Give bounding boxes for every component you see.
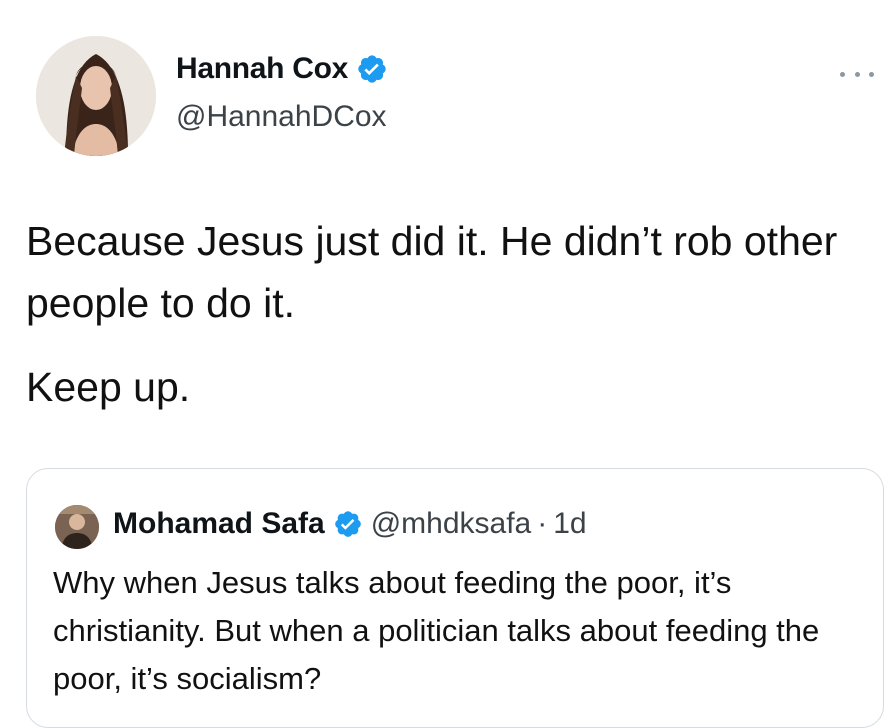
quoted-tweet[interactable]: Mohamad Safa @mhdksafa · 1d Why when Jes…: [26, 468, 884, 728]
separator-dot: ·: [537, 507, 548, 540]
tweet-text-paragraph: Because Jesus just did it. He didn’t rob…: [26, 218, 838, 326]
author-name-row: Hannah Cox: [176, 52, 388, 86]
author-handle[interactable]: @HannahDCox: [176, 100, 387, 134]
quoted-author-name[interactable]: Mohamad Safa: [113, 507, 325, 541]
verified-badge-icon: [356, 53, 388, 85]
quoted-tweet-text: Why when Jesus talks about feeding the p…: [53, 565, 820, 696]
quoted-author-avatar-image: [55, 505, 99, 549]
more-options-icon[interactable]: [840, 64, 874, 84]
quoted-author-avatar[interactable]: [55, 505, 99, 549]
tweet: Hannah Cox @HannahDCox Because Jesus jus…: [0, 0, 896, 728]
verified-badge-icon: [333, 509, 363, 539]
quoted-tweet-header: Mohamad Safa @mhdksafa · 1d: [113, 507, 587, 541]
author-avatar-image: [36, 36, 156, 156]
quoted-author-handle[interactable]: @mhdksafa: [371, 507, 532, 541]
quoted-tweet-timestamp[interactable]: 1d: [553, 507, 586, 541]
tweet-text-paragraph: Keep up.: [26, 364, 191, 410]
author-avatar[interactable]: [36, 36, 156, 156]
author-name[interactable]: Hannah Cox: [176, 52, 348, 86]
